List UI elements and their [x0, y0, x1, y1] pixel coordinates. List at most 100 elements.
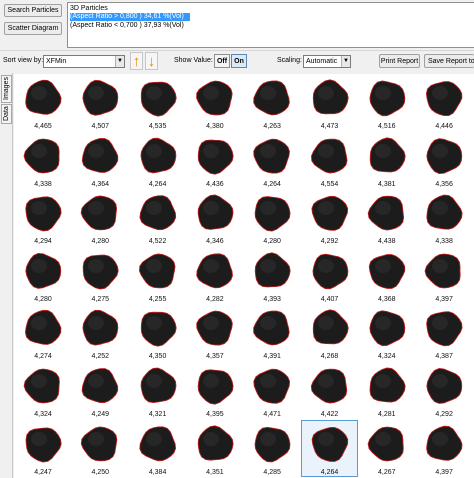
particle-thumbnail[interactable]: 4,324 [14, 362, 71, 419]
particle-thumbnail[interactable]: 4,522 [128, 189, 186, 247]
particle-thumbnail[interactable]: 4,267 [357, 419, 415, 477]
particle-value-label: 4,324 [34, 411, 52, 418]
particle-image [140, 81, 177, 117]
particle-image [310, 138, 348, 174]
particle-thumbnail[interactable]: 4,282 [185, 246, 243, 304]
particle-thumbnail[interactable]: 4,393 [243, 246, 301, 304]
show-value-on-button[interactable]: On [231, 54, 247, 68]
particle-thumbnail[interactable]: 4,324 [357, 304, 415, 362]
particle-image [253, 80, 291, 116]
particle-image [23, 368, 60, 404]
particle-thumbnail[interactable]: 4,407 [300, 246, 358, 304]
tab-images[interactable]: Images [1, 75, 12, 103]
particle-thumbnail[interactable]: 4,554 [300, 131, 358, 189]
particle-thumbnail[interactable]: 4,465 [14, 74, 71, 131]
particle-thumbnail[interactable]: 4,391 [243, 304, 301, 362]
particle-thumbnail[interactable]: 4,292 [300, 189, 358, 247]
particle-thumbnail[interactable]: 4,422 [300, 362, 358, 419]
particle-image [196, 311, 233, 346]
search-particles-button[interactable]: Search Particles [4, 4, 62, 17]
sort-ascending-button[interactable]: ↑ [130, 52, 143, 70]
filter-list[interactable]: 3D Particles (Aspect Ratio > 0,800 ) 34,… [67, 2, 474, 48]
particle-value-label: 4,282 [206, 295, 224, 303]
particle-image [138, 425, 176, 461]
particle-thumbnail[interactable]: 4,338 [14, 131, 71, 189]
particle-thumbnail[interactable]: 4,507 [71, 74, 129, 131]
particle-thumbnail[interactable]: 4,252 [71, 304, 129, 362]
particle-thumbnail[interactable]: 4,249 [71, 362, 129, 419]
sort-view-select[interactable]: XFMin ▼ [43, 55, 125, 68]
particle-thumbnail[interactable]: 4,285 [243, 419, 301, 477]
particle-thumbnail[interactable]: 4,281 [357, 362, 415, 419]
particle-thumbnail[interactable]: 4,274 [14, 304, 71, 362]
particle-thumbnail[interactable]: 4,321 [128, 362, 186, 419]
particle-thumbnail[interactable]: 4,280 [14, 246, 71, 304]
particle-thumbnail[interactable]: 4,255 [128, 246, 186, 304]
particle-thumbnail[interactable]: 4,350 [128, 304, 186, 362]
particle-thumbnail[interactable]: 4,294 [14, 189, 71, 247]
particle-thumbnail[interactable]: 4,357 [185, 304, 243, 362]
particle-thumbnail[interactable]: 4,380 [185, 74, 243, 131]
particle-image [83, 254, 119, 290]
scaling-select[interactable]: Automatic ▼ [303, 55, 351, 68]
particle-thumbnail[interactable]: 4,535 [128, 74, 186, 131]
particle-image [311, 426, 348, 462]
particle-thumbnail[interactable]: 4,438 [357, 189, 415, 247]
particle-value-label: 4,292 [435, 411, 453, 418]
particle-thumbnail[interactable]: 4,264 [300, 419, 358, 477]
particle-thumbnail[interactable]: 4,397 [415, 419, 473, 477]
filter-list-header: 3D Particles [70, 5, 108, 12]
particle-thumbnail[interactable]: 4,397 [415, 246, 473, 304]
particle-thumbnail[interactable]: 4,292 [415, 362, 473, 419]
particle-value-label: 4,280 [34, 295, 52, 303]
particle-thumbnail[interactable]: 4,280 [243, 189, 301, 247]
particle-thumbnail[interactable]: 4,446 [415, 74, 473, 131]
particle-image [368, 253, 405, 289]
particle-thumbnail[interactable]: 4,280 [71, 189, 129, 247]
show-value-off-button[interactable]: Off [214, 54, 230, 68]
particle-thumbnail[interactable]: 4,381 [357, 131, 415, 189]
particle-value-label: 4,507 [91, 123, 110, 130]
tab-data[interactable]: Data [1, 104, 12, 124]
particle-value-label: 4,280 [91, 238, 110, 246]
print-report-button[interactable]: Print Report [379, 54, 420, 68]
particle-thumbnail[interactable]: 4,473 [300, 74, 358, 131]
particle-value-label: 4,393 [263, 295, 281, 303]
particle-thumbnail[interactable]: 4,471 [243, 362, 301, 419]
particle-thumbnail[interactable]: 4,264 [243, 131, 301, 189]
particle-thumbnail[interactable]: 4,263 [243, 74, 301, 131]
particle-thumbnail[interactable]: 4,275 [71, 246, 129, 304]
particle-value-label: 4,350 [148, 353, 167, 361]
particle-thumbnail[interactable]: 4,516 [357, 74, 415, 131]
particle-thumbnail[interactable]: 4,338 [415, 189, 473, 247]
particle-thumbnail[interactable]: 4,436 [185, 131, 243, 189]
side-tab-strip: Images Data [0, 73, 13, 478]
particle-image [310, 196, 348, 231]
particle-thumbnail[interactable]: 4,368 [357, 246, 415, 304]
save-report-button[interactable]: Save Report to R [424, 54, 474, 68]
scatter-diagram-button[interactable]: Scatter Diagram [4, 22, 62, 35]
sort-descending-button[interactable]: ↓ [145, 52, 158, 70]
particle-image-grid[interactable]: 4,465 4,507 4,535 4,380 4,263 4,473 4,516 4,446… [14, 74, 474, 478]
particle-thumbnail[interactable]: 4,247 [14, 419, 71, 477]
particle-thumbnail[interactable]: 4,268 [300, 304, 358, 362]
particle-value-label: 4,249 [91, 411, 110, 418]
particle-thumbnail[interactable]: 4,387 [415, 304, 473, 362]
particle-thumbnail[interactable]: 4,264 [128, 131, 186, 189]
particle-thumbnail[interactable]: 4,395 [185, 362, 243, 419]
particle-thumbnail[interactable]: 4,364 [71, 131, 129, 189]
particle-value-label: 4,422 [320, 411, 339, 418]
particle-thumbnail[interactable]: 4,351 [185, 419, 243, 477]
particle-thumbnail[interactable]: 4,356 [415, 131, 473, 189]
sort-descending-arrow-icon: ↓ [147, 52, 156, 70]
particle-value-label: 4,321 [148, 411, 167, 418]
particle-thumbnail[interactable]: 4,250 [71, 419, 129, 477]
particle-thumbnail[interactable]: 4,384 [128, 419, 186, 477]
particle-image [197, 369, 234, 405]
particle-image [139, 195, 176, 231]
particle-analysis-window: Search Particles Scatter Diagram 3D Part… [0, 0, 474, 478]
particle-thumbnail[interactable]: 4,346 [185, 189, 243, 247]
filter-item-aspect-gt[interactable]: (Aspect Ratio > 0,800 ) 34,61 %(Vol) [70, 13, 190, 21]
particle-image [24, 310, 62, 346]
filter-item-aspect-lt[interactable]: (Aspect Ratio < 0,700 ) 37,93 %(Vol) [70, 22, 184, 30]
